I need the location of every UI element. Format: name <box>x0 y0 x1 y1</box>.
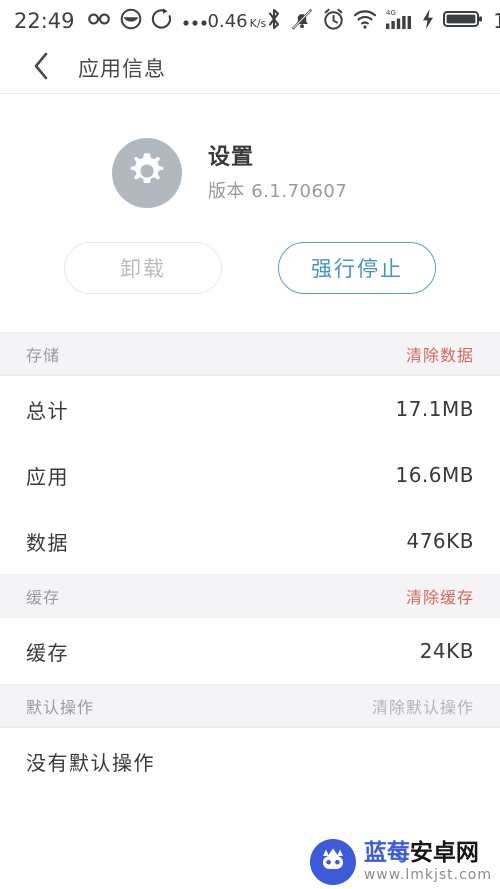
row-value: 16.6MB <box>395 463 474 487</box>
battery-icon <box>443 8 483 34</box>
watermark-name-part1: 蓝莓 <box>363 840 410 866</box>
table-row[interactable]: 应用 16.6MB <box>0 442 500 508</box>
infinity-icon <box>87 8 111 34</box>
circle-face-icon <box>120 8 142 34</box>
table-row[interactable]: 没有默认操作 <box>0 728 500 794</box>
wifi-icon <box>353 8 377 34</box>
status-icons-left <box>87 8 208 34</box>
android-mascot-icon <box>309 839 356 885</box>
site-watermark: 蓝莓安卓网 www.lmkjst.com <box>309 839 492 885</box>
battery-percent: 100 <box>493 9 500 33</box>
app-bar: 应用信息 <box>0 42 500 94</box>
watermark-name: 蓝莓安卓网 <box>364 842 492 865</box>
section-title-storage: 存储 <box>26 346 61 365</box>
watermark-name-part2: 安卓网 <box>409 840 479 866</box>
action-buttons: 卸载 强行停止 <box>0 208 500 332</box>
watermark-text: 蓝莓安卓网 www.lmkjst.com <box>363 842 492 883</box>
row-value: 476KB <box>406 529 474 553</box>
section-header-storage: 存储 清除数据 <box>0 332 500 376</box>
app-meta: 设置 版本 6.1.70607 <box>208 143 388 203</box>
clear-cache-button[interactable]: 清除缓存 <box>406 584 474 608</box>
page-title: 应用信息 <box>78 56 166 81</box>
svg-text:4G: 4G <box>386 9 396 17</box>
alarm-clock-icon <box>322 8 345 35</box>
status-icons-right: 4G 1 <box>266 7 500 35</box>
row-value: 24KB <box>419 639 474 663</box>
sync-icon <box>151 8 173 34</box>
status-clock: 22:49 <box>14 9 75 33</box>
table-row[interactable]: 缓存 24KB <box>0 618 500 684</box>
section-title-cache: 缓存 <box>26 588 61 607</box>
network-speed-unit: K/s <box>249 16 267 30</box>
force-stop-button[interactable]: 强行停止 <box>278 242 436 294</box>
app-version: 版本 6.1.70607 <box>208 180 348 202</box>
force-stop-button-label: 强行停止 <box>311 257 403 281</box>
back-button[interactable] <box>24 51 58 85</box>
status-bar: 22:49 0.46 K/s 4G 1 <box>0 0 500 42</box>
bluetooth-icon <box>266 7 282 35</box>
section-header-cache: 缓存 清除缓存 <box>0 574 500 618</box>
mute-bell-icon <box>290 7 314 35</box>
row-value: 17.1MB <box>395 397 474 421</box>
gear-icon <box>126 150 168 196</box>
app-info-screen: 22:49 0.46 K/s 4G 1 应用信息 设置 版本 6.1.70607… <box>0 0 500 889</box>
watermark-url: www.lmkjst.com <box>363 867 492 883</box>
uninstall-button[interactable]: 卸载 <box>64 242 222 294</box>
row-label: 没有默认操作 <box>26 750 155 775</box>
row-label: 数据 <box>26 530 69 555</box>
uninstall-button-label: 卸载 <box>120 257 166 281</box>
charging-bolt-icon <box>421 8 435 34</box>
app-name: 设置 <box>208 145 255 171</box>
table-row[interactable]: 总计 17.1MB <box>0 376 500 442</box>
network-speed: 0.46 K/s <box>208 11 267 32</box>
chevron-left-icon <box>31 51 51 85</box>
row-label: 应用 <box>26 464 69 489</box>
more-dots-icon <box>182 12 208 31</box>
network-speed-value: 0.46 <box>207 10 248 32</box>
table-row[interactable]: 数据 476KB <box>0 508 500 574</box>
app-icon <box>112 138 182 208</box>
row-label: 总计 <box>26 398 69 423</box>
section-header-default-actions: 默认操作 清除默认操作 <box>0 684 500 728</box>
row-label: 缓存 <box>26 640 69 665</box>
section-title-default-actions: 默认操作 <box>26 698 95 717</box>
clear-default-actions-button[interactable]: 清除默认操作 <box>372 694 474 718</box>
signal-bars-icon: 4G <box>385 7 413 35</box>
app-summary: 设置 版本 6.1.70607 <box>0 94 500 208</box>
clear-data-button[interactable]: 清除数据 <box>406 342 474 366</box>
